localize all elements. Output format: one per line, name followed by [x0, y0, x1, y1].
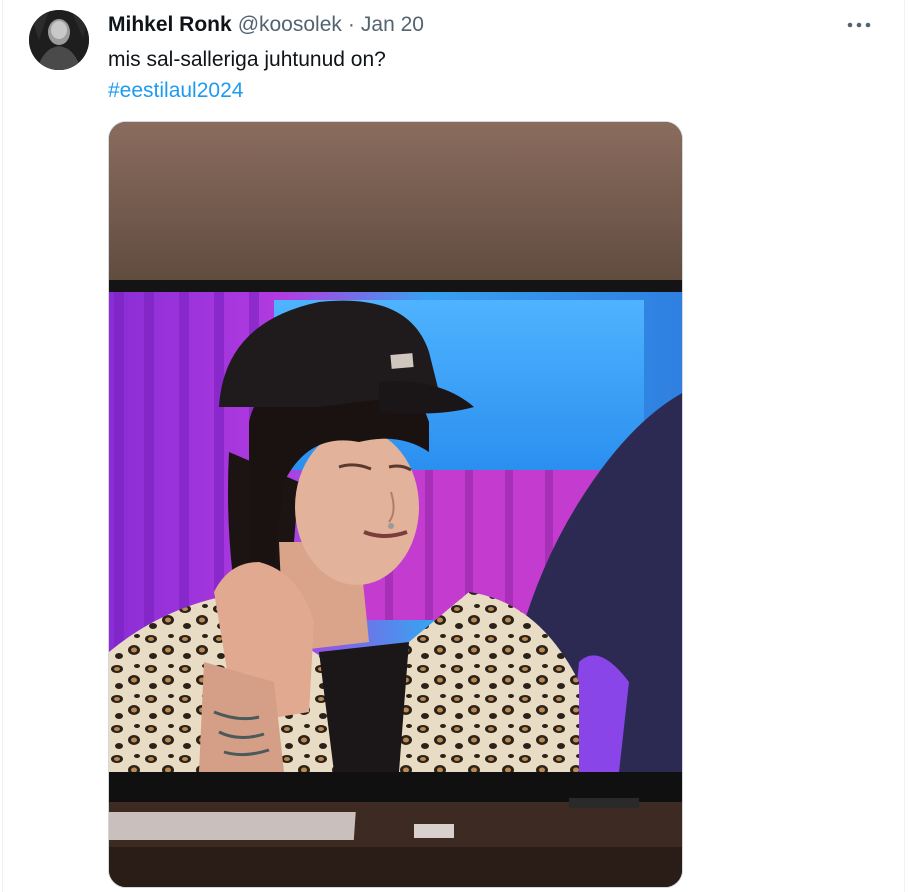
tweet-body: mis sal-salleriga juhtunud on? [108, 48, 386, 71]
avatar[interactable] [29, 10, 89, 70]
author-handle[interactable]: @koosolek [238, 12, 342, 38]
tweet-header: Mihkel Ronk @koosolek · Jan 20 [108, 12, 424, 38]
tweet-text: mis sal-salleriga juhtunud on? #eestilau… [108, 44, 386, 106]
separator-dot: · [347, 13, 355, 36]
photo-image [109, 122, 682, 887]
tweet-photo[interactable] [108, 121, 683, 888]
author-name[interactable]: Mihkel Ronk [108, 12, 232, 38]
avatar-image [29, 10, 89, 70]
more-horizontal-icon [847, 22, 871, 28]
more-options-button[interactable] [842, 12, 876, 38]
hashtag-link[interactable]: #eestilaul2024 [108, 75, 386, 106]
tweet-date[interactable]: Jan 20 [361, 12, 424, 38]
tweet-card[interactable]: Mihkel Ronk @koosolek · Jan 20 mis sal-s… [2, 0, 905, 892]
